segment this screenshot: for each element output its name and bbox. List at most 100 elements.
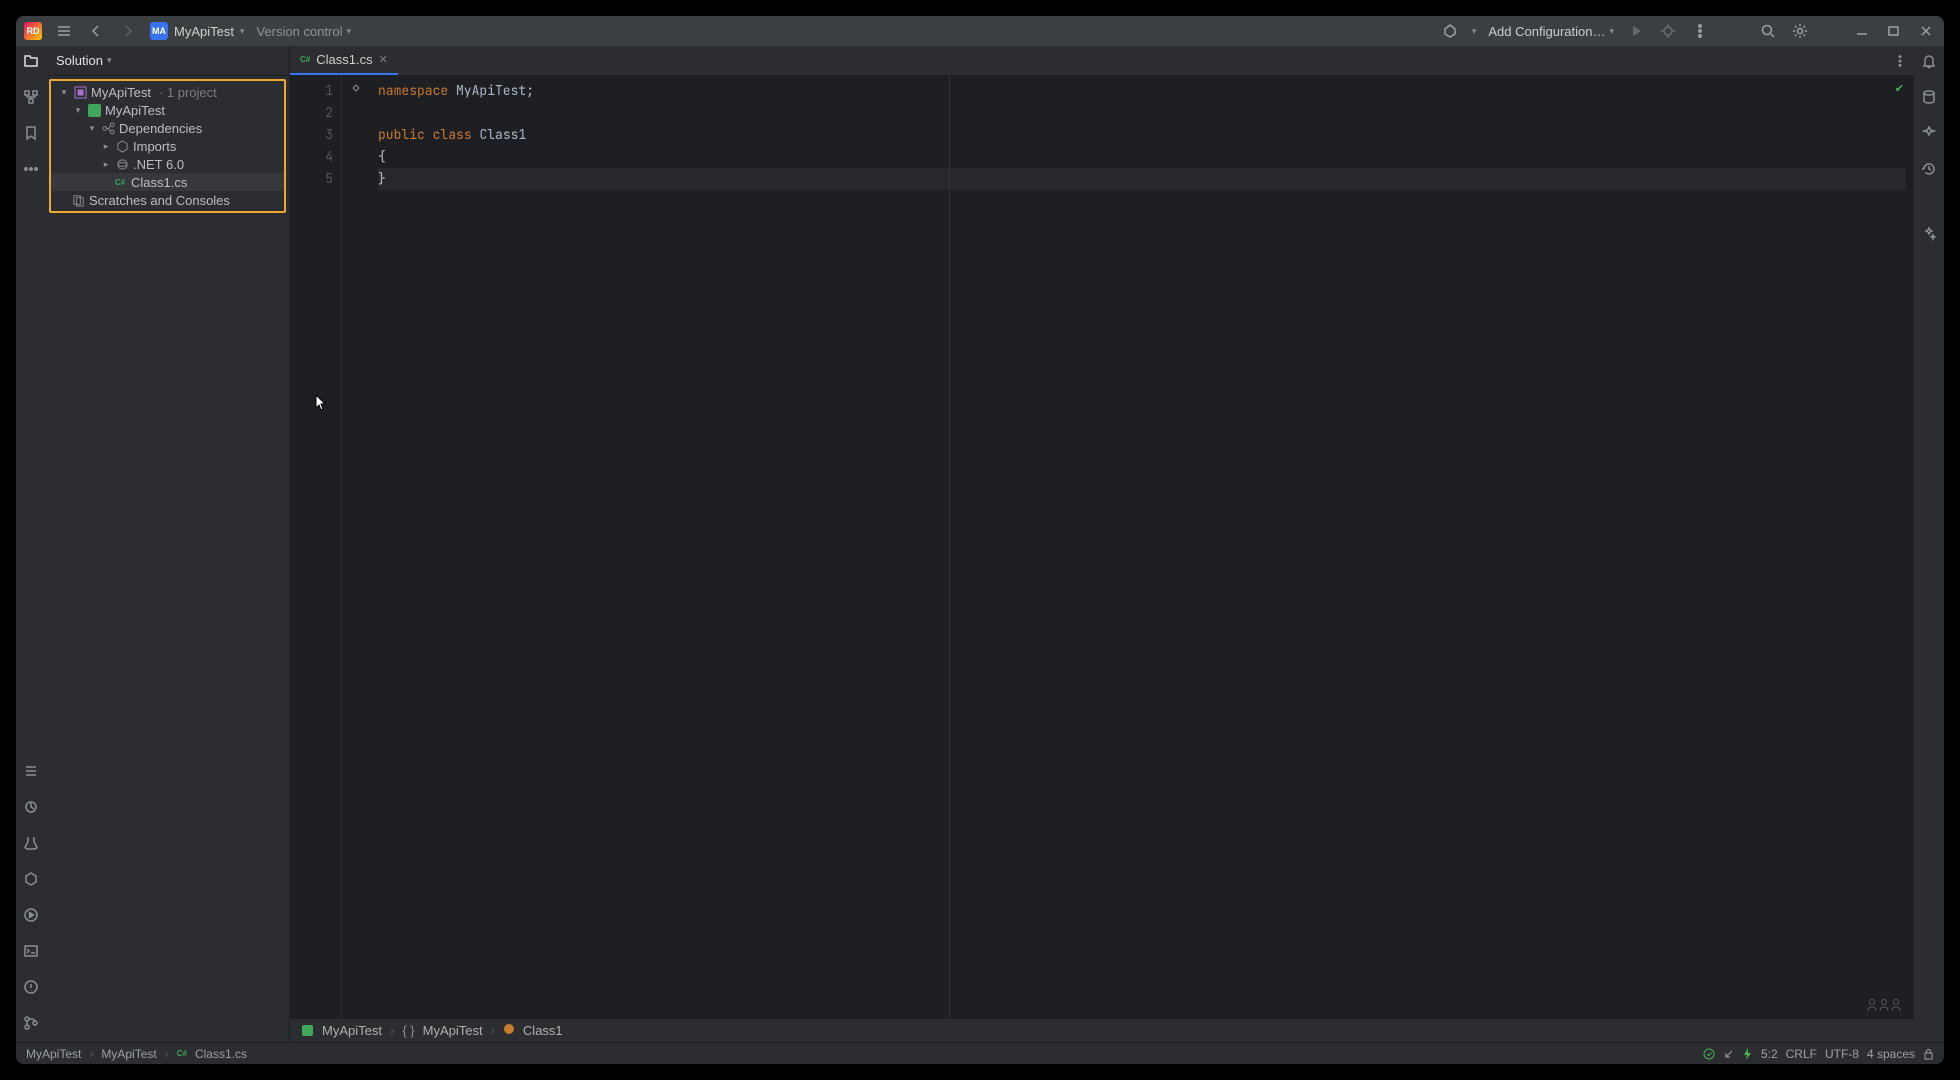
scratches-icon (71, 193, 85, 207)
run-icon[interactable] (1626, 21, 1646, 41)
tree-suffix: · 1 project (159, 85, 217, 100)
crumb-class[interactable]: Class1 (523, 1023, 563, 1038)
status-power-icon[interactable] (1743, 1048, 1753, 1060)
structure-icon[interactable] (22, 88, 40, 106)
tree-node-scratches[interactable]: Scratches and Consoles (51, 191, 284, 209)
status-indent[interactable]: 4 spaces (1867, 1047, 1915, 1061)
tree-node-sdk[interactable]: ▸ .NET 6.0 (51, 155, 284, 173)
editor-tab-menu-icon[interactable] (1886, 46, 1914, 75)
debug-icon[interactable] (1658, 21, 1678, 41)
solution-header[interactable]: Solution ▾ (46, 46, 289, 76)
csproj-icon (87, 103, 101, 117)
more-tools-icon[interactable] (22, 160, 40, 178)
fold-icon[interactable] (342, 80, 370, 102)
chevron-right-icon: ▸ (101, 159, 111, 170)
editor-area: C# Class1.cs ✕ 1 2 3 4 5 (290, 46, 1914, 1042)
solution-header-label: Solution (56, 53, 103, 68)
add-configuration-label: Add Configuration… (1488, 24, 1605, 39)
inspection-ok-icon[interactable]: ✔ (1895, 82, 1904, 95)
crumb-project[interactable]: MyApiTest (322, 1023, 382, 1038)
dotnet-icon (115, 157, 129, 171)
tree-node-file[interactable]: C# Class1.cs (51, 173, 284, 191)
main-menu-icon[interactable] (54, 21, 74, 41)
git-icon[interactable] (22, 1014, 40, 1032)
notifications-icon[interactable] (1920, 52, 1938, 70)
code-editor[interactable]: 1 2 3 4 5 namespace MyApiTest; public cl… (290, 76, 1914, 1018)
csproj-icon (300, 1024, 314, 1038)
unit-tests-icon[interactable] (22, 834, 40, 852)
project-name-label: MyApiTest (174, 24, 234, 39)
status-encoding[interactable]: UTF-8 (1825, 1047, 1859, 1061)
window-minimize-icon[interactable] (1852, 21, 1872, 41)
status-path-1[interactable]: MyApiTest (26, 1047, 81, 1061)
run-tool-icon[interactable] (22, 906, 40, 924)
line-number-gutter: 1 2 3 4 5 (290, 76, 342, 1018)
line-number: 4 (290, 146, 333, 168)
csharp-file-icon: C# (177, 1049, 187, 1058)
ai-sparkle-icon[interactable] (1920, 224, 1938, 242)
close-tab-icon[interactable]: ✕ (379, 53, 388, 66)
tree-node-project[interactable]: ▾ MyApiTest (51, 101, 284, 119)
dependencies-icon (101, 121, 115, 135)
status-path-2[interactable]: MyApiTest (101, 1047, 156, 1061)
solution-icon (73, 85, 87, 99)
chevron-down-icon: ▾ (87, 123, 97, 134)
vcs-menu[interactable]: Version control ▾ (257, 24, 352, 39)
tree-label: .NET 6.0 (133, 157, 184, 172)
status-lock-icon[interactable] (1923, 1048, 1934, 1060)
tree-label: Imports (133, 139, 176, 154)
code-content[interactable]: namespace MyApiTest; public class Class1… (370, 76, 1914, 1018)
tree-label: MyApiTest (105, 103, 165, 118)
status-analyzer-icon[interactable] (1723, 1048, 1735, 1060)
todo-icon[interactable] (22, 762, 40, 780)
window-close-icon[interactable] (1916, 21, 1936, 41)
chevron-down-icon: ▾ (107, 55, 112, 66)
solution-tree-highlight: ▾ MyApiTest · 1 project ▾ MyApiTest ▾ (49, 79, 286, 213)
status-bar: MyApiTest › MyApiTest › C# Class1.cs 5:2… (16, 1042, 1944, 1064)
status-eol[interactable]: CRLF (1786, 1047, 1817, 1061)
nav-forward-icon[interactable] (118, 21, 138, 41)
bookmarks-icon[interactable] (22, 124, 40, 142)
tree-label: Class1.cs (131, 175, 187, 190)
build-icon[interactable] (1440, 21, 1460, 41)
status-caret[interactable]: 5:2 (1761, 1047, 1778, 1061)
settings-icon[interactable] (1790, 21, 1810, 41)
add-configuration[interactable]: Add Configuration… ▾ (1488, 24, 1614, 39)
database-icon[interactable] (1920, 88, 1938, 106)
ai-assist-icon[interactable] (1920, 124, 1938, 142)
history-icon[interactable] (1920, 160, 1938, 178)
line-number: 3 (290, 124, 333, 146)
right-tool-strip (1914, 46, 1944, 1042)
vcs-label: Version control (257, 24, 343, 39)
services-icon[interactable] (22, 798, 40, 816)
chevron-right-icon: › (491, 1023, 495, 1038)
tree-label: Scratches and Consoles (89, 193, 230, 208)
tree-node-solution[interactable]: ▾ MyApiTest · 1 project (51, 83, 284, 101)
window-restore-icon[interactable] (1884, 21, 1904, 41)
chevron-down-icon[interactable]: ▾ (1472, 26, 1477, 37)
project-selector[interactable]: MA MyApiTest ▾ (150, 22, 245, 40)
tree-label: Dependencies (119, 121, 202, 136)
chevron-down-icon: ▾ (1609, 26, 1614, 37)
csharp-file-icon: C# (300, 55, 310, 64)
nuget-icon[interactable] (22, 870, 40, 888)
more-icon[interactable] (1690, 21, 1710, 41)
nav-back-icon[interactable] (86, 21, 106, 41)
line-number: 1 (290, 80, 333, 102)
fold-gutter (342, 76, 370, 1018)
search-icon[interactable] (1758, 21, 1778, 41)
chevron-right-icon: › (390, 1023, 394, 1038)
tree-node-dependencies[interactable]: ▾ Dependencies (51, 119, 284, 137)
editor-tab-bar: C# Class1.cs ✕ (290, 46, 1914, 76)
line-number: 5 (290, 168, 333, 190)
tree-node-imports[interactable]: ▸ Imports (51, 137, 284, 155)
crumb-namespace[interactable]: MyApiTest (423, 1023, 483, 1038)
terminal-icon[interactable] (22, 942, 40, 960)
project-badge-icon: MA (150, 22, 168, 40)
explorer-icon[interactable] (22, 52, 40, 70)
status-ok-icon[interactable] (1703, 1048, 1715, 1060)
editor-tab[interactable]: C# Class1.cs ✕ (290, 46, 398, 75)
app-logo: RD (24, 22, 42, 40)
problems-icon[interactable] (22, 978, 40, 996)
status-path-file[interactable]: Class1.cs (195, 1047, 247, 1061)
